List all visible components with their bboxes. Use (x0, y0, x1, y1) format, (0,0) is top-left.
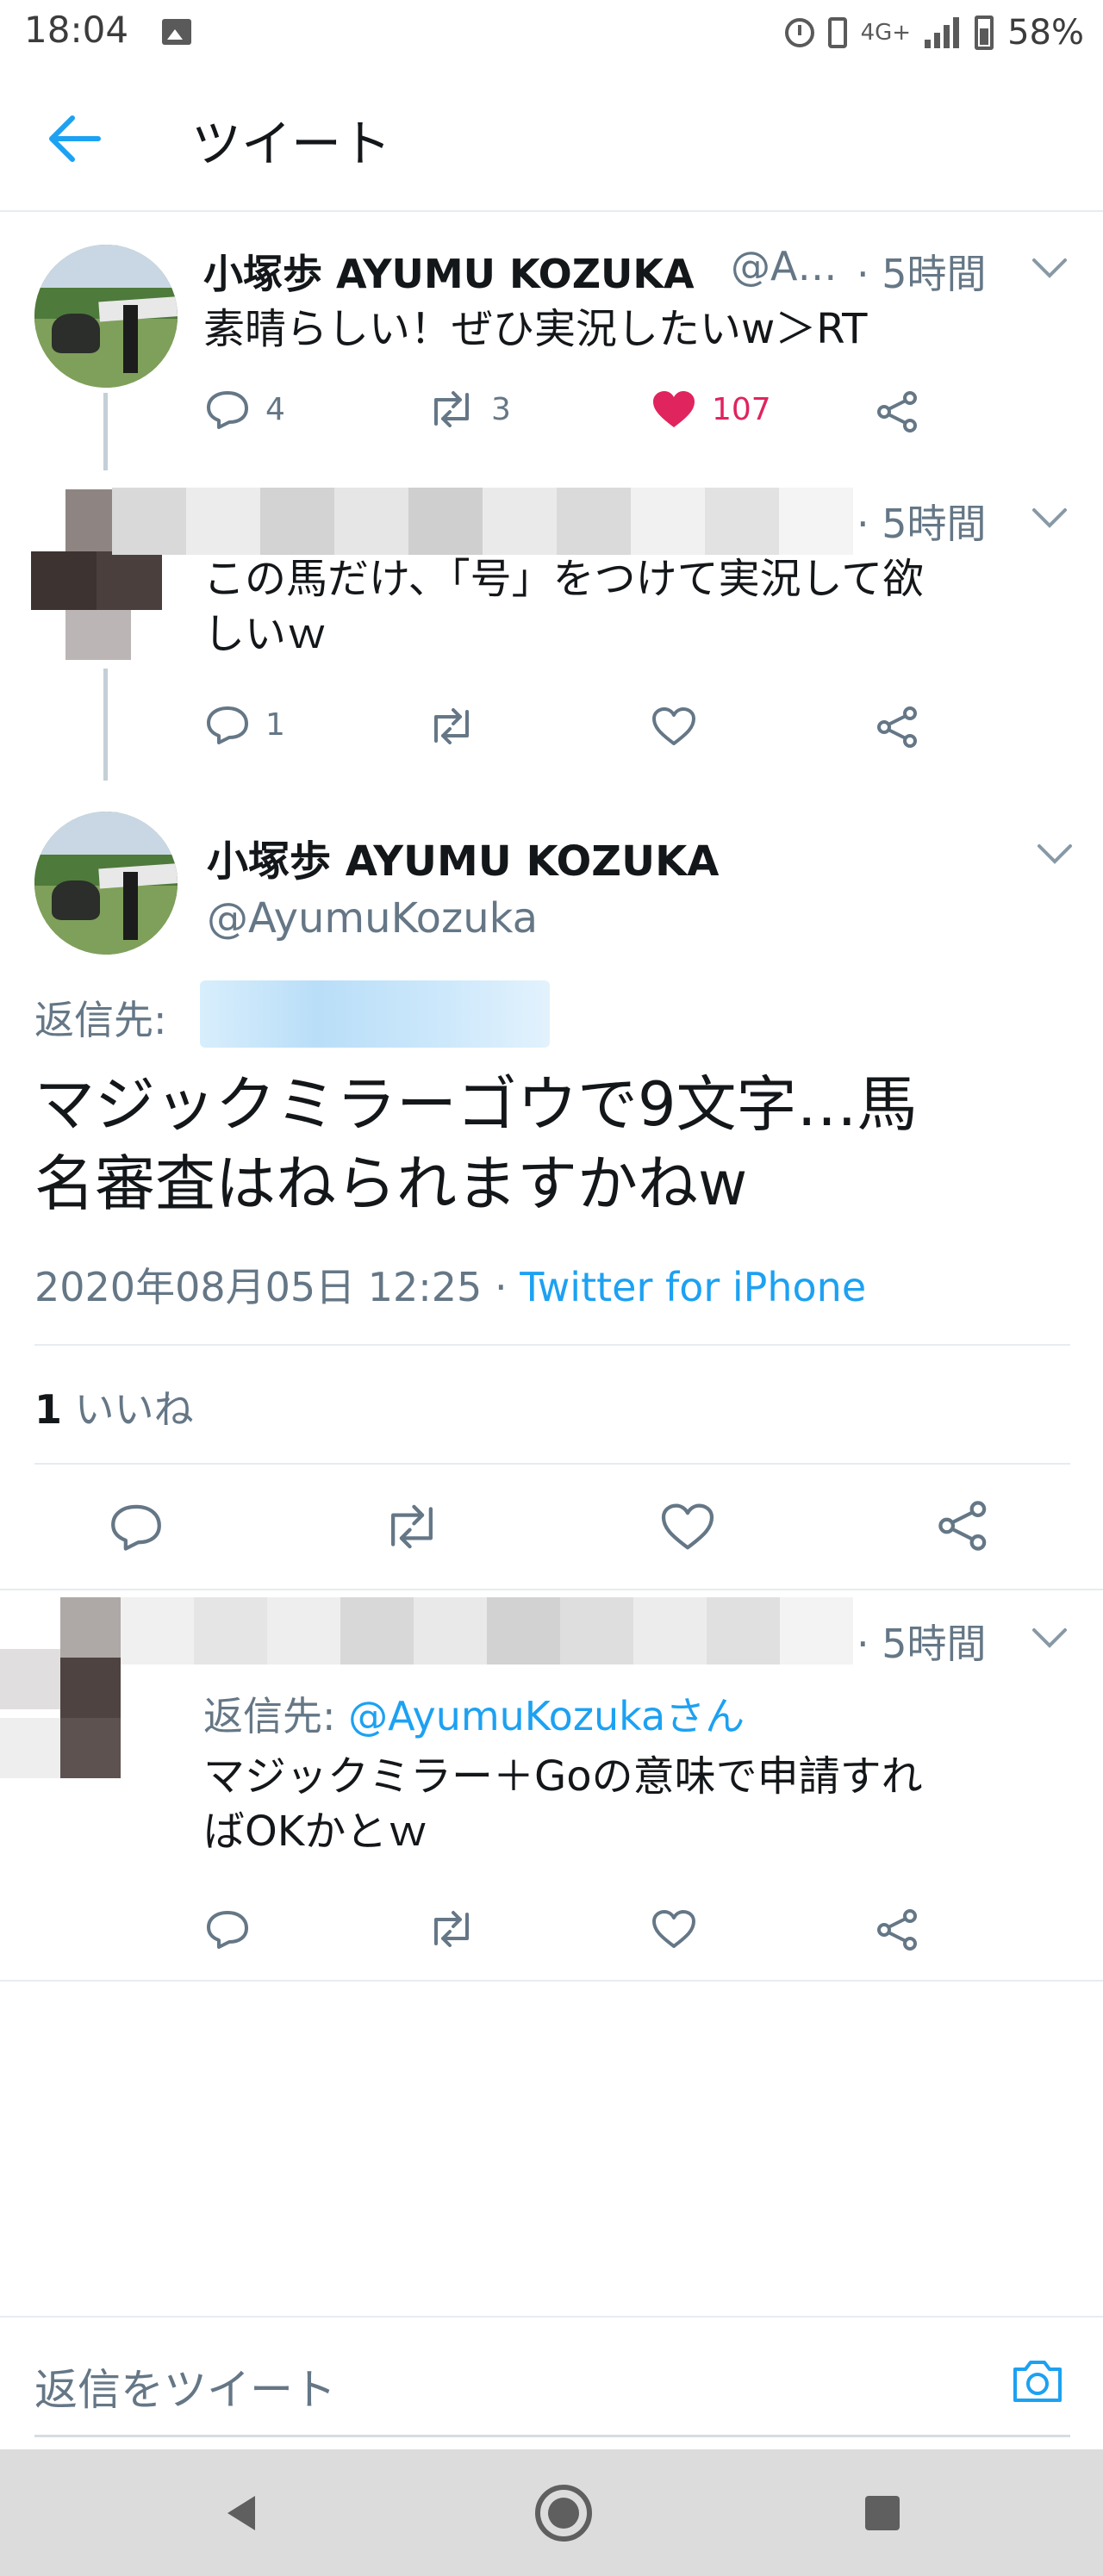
reply-to-line: 返信先: @AyumuKozukaさん (203, 1685, 745, 1742)
photo-icon (162, 19, 191, 45)
status-bar: 18:04 4G+ 58% (0, 0, 1103, 65)
reply-to-label: 返信先: (34, 997, 167, 1043)
author-name-blurred (121, 1597, 853, 1664)
heart-filled-icon (653, 391, 695, 427)
tweet-author-name[interactable]: 小塚歩 AYUMU KOZUKA (207, 827, 719, 887)
thread-line (103, 393, 108, 470)
arrow-left-icon[interactable] (45, 110, 105, 167)
recents-square-icon[interactable] (851, 2482, 913, 2544)
reply-input[interactable]: 返信をツイート (34, 2355, 336, 2417)
tweet-item[interactable]: · 5時間 返信先: @AyumuKozukaさん マジックミラー＋Goの意味で… (0, 1590, 1103, 1982)
likes-count: 1 (34, 1386, 63, 1433)
avatar[interactable] (34, 812, 178, 955)
thread-line (103, 669, 108, 781)
tweet-time: · 5時間 (857, 1621, 987, 1667)
likes-summary[interactable]: 1 いいね (34, 1378, 194, 1435)
alarm-icon (784, 18, 814, 47)
heart-icon[interactable] (651, 706, 696, 746)
share-icon[interactable] (876, 1909, 920, 1951)
retweet-count: 3 (491, 391, 511, 427)
reply-count: 4 (265, 391, 285, 427)
reply-icon[interactable] (205, 1909, 250, 1949)
reply-count: 1 (265, 706, 285, 743)
battery-icon (975, 16, 994, 50)
retweet-icon (434, 391, 469, 427)
tweet-time: · 5時間 (857, 251, 987, 297)
reply-to-label: 返信先: (203, 1693, 336, 1739)
chevron-down-icon[interactable] (1036, 841, 1074, 867)
app-header: ツイート (0, 65, 1103, 212)
share-icon[interactable] (936, 1501, 991, 1551)
home-circle-icon[interactable] (533, 2482, 595, 2544)
author-name-blurred (112, 488, 853, 555)
chevron-down-icon[interactable] (1031, 505, 1069, 531)
tweet-text: 素晴らしい！ぜひ実況したいw＞RT (203, 305, 868, 353)
share-icon[interactable] (876, 391, 920, 432)
reply-to-user-link[interactable]: @AyumuKozukaさん (348, 1693, 745, 1739)
likes-label: いいね (74, 1386, 194, 1433)
retweet-icon[interactable] (383, 1503, 441, 1551)
tweet-text: マジックミラーゴウで9文字…馬 名審査はねられますかねw (34, 1069, 918, 1219)
battery-level: 58% (1007, 13, 1084, 53)
back-triangle-icon[interactable] (212, 2482, 274, 2544)
chevron-down-icon[interactable] (1031, 255, 1069, 281)
status-icons: 4G+ 58% (784, 9, 1084, 57)
divider (0, 1980, 1103, 1982)
avatar[interactable] (34, 245, 178, 388)
signal-icon (925, 17, 961, 48)
divider (34, 1463, 1070, 1465)
tweet-author-handle[interactable]: @AyumuKozuka (207, 894, 538, 943)
reply-composer: 返信をツイート (0, 2316, 1103, 2449)
like-button[interactable]: 107 (651, 389, 771, 429)
page-title: ツイート (191, 115, 392, 173)
meta-separator: · (494, 1264, 508, 1310)
system-nav-bar (0, 2449, 1103, 2576)
reply-input-underline (34, 2435, 1070, 2437)
reply-to-user-blurred[interactable] (200, 980, 550, 1048)
tweet-timestamp: 2020年08月05日 12:25 (34, 1264, 483, 1310)
retweet-button[interactable]: 3 (427, 389, 511, 429)
tweet-meta: 2020年08月05日 12:25 · Twitter for iPhone (34, 1256, 866, 1313)
tweet-author-handle: @A… (731, 243, 838, 289)
share-icon[interactable] (876, 706, 920, 748)
reply-icon[interactable] (109, 1503, 164, 1551)
retweet-icon[interactable] (427, 706, 476, 746)
tweet-text: この馬だけ、「号」をつけて実況して欲 しいｗ (203, 555, 925, 658)
camera-icon[interactable] (1010, 2357, 1065, 2405)
heart-icon[interactable] (660, 1503, 715, 1551)
retweet-icon[interactable] (427, 1909, 476, 1949)
heart-icon[interactable] (651, 1909, 696, 1949)
chevron-down-icon[interactable] (1031, 1625, 1069, 1651)
tweet-author-name[interactable]: 小塚歩 AYUMU KOZUKA (203, 243, 695, 300)
tweet-source-link[interactable]: Twitter for iPhone (520, 1264, 866, 1310)
vibrate-icon (827, 17, 847, 48)
tweet-text: マジックミラー＋Goの意味で申請すれ ばOKかとｗ (203, 1752, 923, 1856)
reply-icon (207, 706, 248, 744)
divider (34, 1344, 1070, 1346)
tweet-item[interactable]: · 5時間 この馬だけ、「号」をつけて実況して欲 しいｗ 1 (0, 470, 1103, 781)
reply-button[interactable]: 4 (205, 389, 285, 429)
tweet-time: · 5時間 (857, 501, 987, 547)
reply-icon (207, 391, 248, 429)
status-time: 18:04 (24, 9, 129, 51)
like-count: 107 (712, 391, 771, 427)
reply-button[interactable]: 1 (205, 705, 285, 744)
tweet-item[interactable]: 小塚歩 AYUMU KOZUKA @A… · 5時間 素晴らしい！ぜひ実況したい… (0, 212, 1103, 470)
network-type: 4G+ (860, 20, 912, 46)
